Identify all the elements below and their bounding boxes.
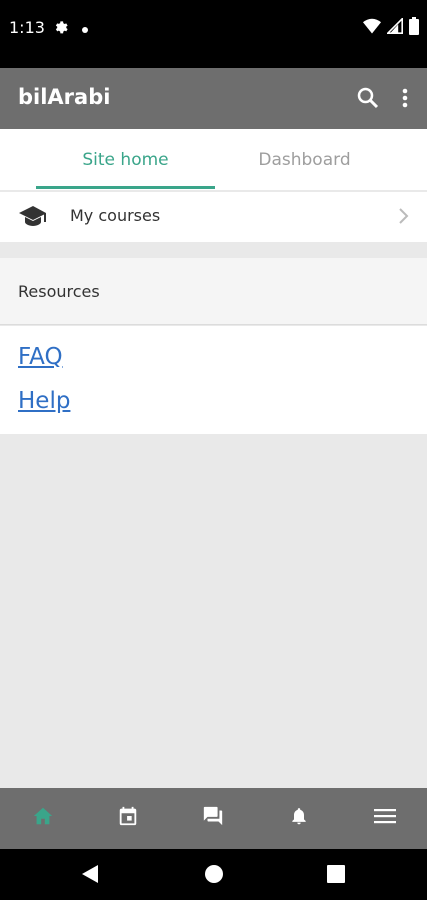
status-time: 1:13 bbox=[9, 18, 45, 37]
system-nav-bar bbox=[0, 849, 427, 900]
app-title: bilArabi bbox=[18, 85, 111, 109]
my-courses-row[interactable]: My courses bbox=[0, 192, 427, 242]
home-icon bbox=[32, 805, 54, 832]
signal-icon bbox=[385, 16, 403, 39]
resources-title: Resources bbox=[18, 282, 100, 301]
tab-dashboard[interactable]: Dashboard bbox=[215, 129, 394, 190]
my-courses-label: My courses bbox=[70, 206, 161, 225]
nav-calendar[interactable] bbox=[85, 788, 170, 849]
wifi-icon bbox=[363, 18, 381, 39]
settings-icon bbox=[52, 18, 68, 39]
help-link[interactable]: Help bbox=[18, 388, 70, 414]
resources-header: Resources bbox=[0, 258, 427, 325]
chevron-right-icon bbox=[397, 207, 409, 230]
status-bar: 1:13 bbox=[0, 0, 427, 68]
nav-home[interactable] bbox=[0, 788, 85, 849]
notifications-icon bbox=[289, 805, 309, 832]
status-left-icons bbox=[52, 18, 88, 39]
back-icon[interactable] bbox=[80, 863, 100, 890]
home-button-icon[interactable] bbox=[204, 864, 224, 889]
messages-icon bbox=[201, 805, 225, 832]
status-right-icons bbox=[363, 16, 419, 40]
more-vert-icon[interactable] bbox=[396, 85, 414, 116]
resources-links: FAQ Help bbox=[0, 326, 427, 434]
tab-site-home[interactable]: Site home bbox=[36, 129, 215, 190]
nav-messages[interactable] bbox=[170, 788, 255, 849]
nav-notifications[interactable] bbox=[256, 788, 341, 849]
search-icon[interactable] bbox=[356, 85, 380, 116]
tab-bar: Site home Dashboard bbox=[0, 129, 427, 190]
menu-icon bbox=[373, 807, 396, 830]
battery-icon bbox=[409, 17, 419, 40]
faq-link[interactable]: FAQ bbox=[18, 344, 63, 370]
notification-dot-icon bbox=[82, 20, 88, 38]
calendar-icon bbox=[117, 805, 139, 832]
recents-icon[interactable] bbox=[327, 865, 345, 888]
nav-menu[interactable] bbox=[342, 788, 427, 849]
active-tab-indicator bbox=[36, 186, 215, 189]
bottom-nav bbox=[0, 788, 427, 849]
graduation-cap-icon bbox=[18, 204, 48, 233]
